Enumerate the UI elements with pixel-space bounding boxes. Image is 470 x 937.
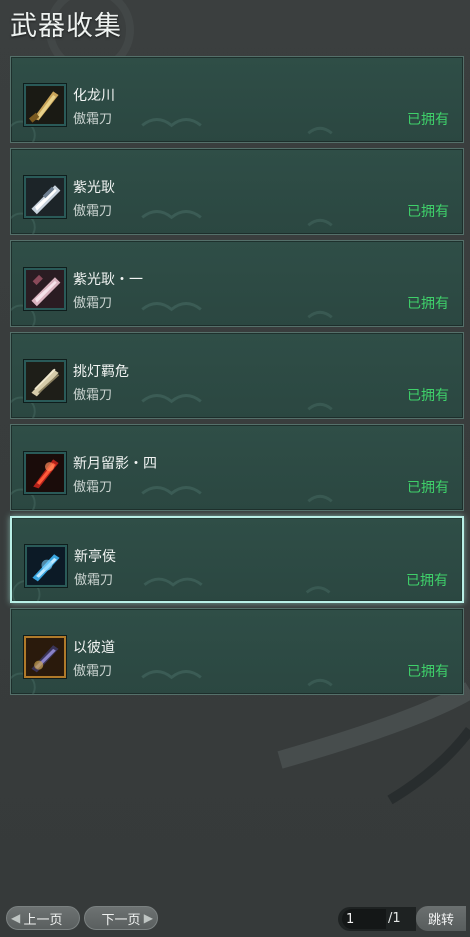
purple-dark-blade-icon <box>24 636 66 678</box>
weapon-name: 新亭侯 <box>74 549 116 565</box>
weapon-card[interactable]: 以彼道 傲霜刀 已拥有 <box>10 608 464 695</box>
owned-status: 已拥有 <box>407 664 449 680</box>
golden-blade-icon <box>24 84 66 126</box>
weapon-card-selected[interactable]: 新亭侯 傲霜刀 已拥有 <box>10 516 464 603</box>
bone-blade-icon <box>24 360 66 402</box>
prev-page-label: 上一页 <box>23 912 63 928</box>
weapon-card[interactable]: 紫光耿・一 傲霜刀 已拥有 <box>10 240 464 327</box>
page-total: /1 <box>388 911 401 926</box>
weapon-type: 傲霜刀 <box>73 112 113 127</box>
weapon-type: 傲霜刀 <box>73 480 113 495</box>
owned-status: 已拥有 <box>406 573 448 589</box>
weapon-type: 傲霜刀 <box>74 573 114 588</box>
blue-ice-blade-icon <box>25 545 67 587</box>
prev-page-button[interactable]: ◀ 上一页 <box>6 906 80 930</box>
owned-status: 已拥有 <box>407 204 449 220</box>
weapon-card[interactable]: 挑灯羁危 傲霜刀 已拥有 <box>10 332 464 419</box>
weapon-name: 紫光耿・一 <box>73 272 143 288</box>
weapon-name: 紫光耿 <box>73 180 115 196</box>
owned-status: 已拥有 <box>407 480 449 496</box>
next-page-label: 下一页 <box>101 912 141 928</box>
pink-silver-blade-icon <box>24 268 66 310</box>
red-flame-blade-icon <box>24 452 66 494</box>
chevron-right-icon: ▶ <box>143 911 153 925</box>
silver-blade-icon <box>24 176 66 218</box>
weapon-name: 化龙川 <box>73 88 115 104</box>
weapon-name: 新月留影・四 <box>73 456 157 472</box>
next-page-button[interactable]: 下一页 ▶ <box>84 906 158 930</box>
page-title: 武器收集 <box>10 11 122 42</box>
weapon-name: 以彼道 <box>73 640 115 656</box>
weapon-type: 傲霜刀 <box>73 296 113 311</box>
jump-button[interactable]: 跳转 <box>416 906 466 931</box>
weapon-card[interactable]: 化龙川 傲霜刀 已拥有 <box>10 56 464 143</box>
weapon-type: 傲霜刀 <box>73 388 113 403</box>
page-number-input[interactable] <box>342 909 386 929</box>
weapon-card[interactable]: 新月留影・四 傲霜刀 已拥有 <box>10 424 464 511</box>
weapon-name: 挑灯羁危 <box>73 364 129 380</box>
owned-status: 已拥有 <box>407 296 449 312</box>
chevron-left-icon: ◀ <box>11 911 21 925</box>
owned-status: 已拥有 <box>407 112 449 128</box>
weapon-type: 傲霜刀 <box>73 664 113 679</box>
weapon-list: 化龙川 傲霜刀 已拥有 紫光耿 傲霜刀 已拥有 紫光耿・一 傲霜刀 已拥有 挑灯… <box>10 56 464 700</box>
weapon-type: 傲霜刀 <box>73 204 113 219</box>
weapon-card[interactable]: 紫光耿 傲霜刀 已拥有 <box>10 148 464 235</box>
owned-status: 已拥有 <box>407 388 449 404</box>
